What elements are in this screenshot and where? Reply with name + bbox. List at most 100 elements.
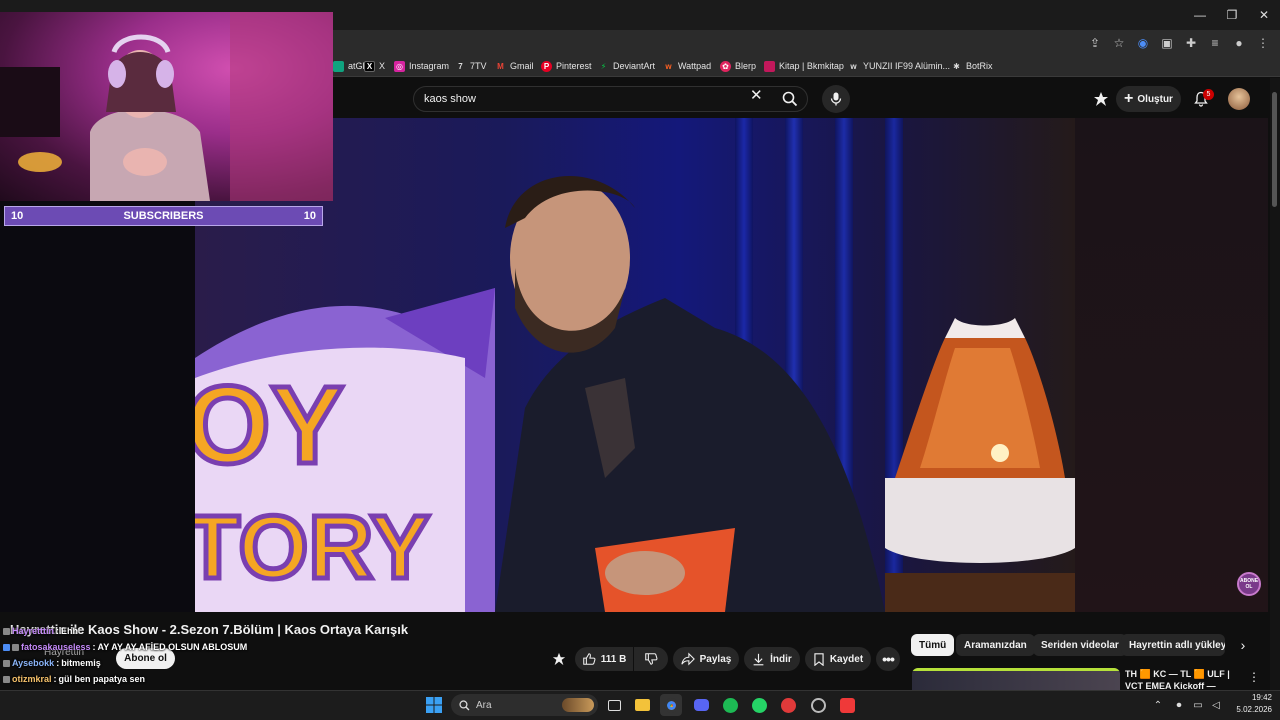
app-vivaldi-icon[interactable] — [836, 694, 858, 716]
bkmkitap-icon — [764, 60, 775, 72]
share-button[interactable]: Paylaş — [673, 647, 739, 671]
extension-icon[interactable]: ▣ — [1156, 32, 1178, 54]
chip-all[interactable]: Tümü — [911, 634, 955, 656]
thumbs-down-icon — [645, 653, 658, 665]
search-highlight-icon — [562, 698, 594, 712]
media-control-icon[interactable]: ≡ — [1204, 32, 1226, 54]
yunzii-icon: w — [850, 61, 857, 71]
file-explorer-icon[interactable] — [631, 694, 653, 716]
voice-search-button[interactable] — [822, 85, 850, 113]
spotify-icon[interactable] — [719, 694, 741, 716]
taskbar-clock[interactable]: 19:42 5.02.2026 — [1226, 692, 1272, 716]
app-cog-icon[interactable] — [807, 694, 829, 716]
windows-start-icon[interactable] — [423, 694, 445, 716]
save-button[interactable]: Kaydet — [805, 647, 871, 671]
bookmark-item[interactable]: Kitap | Bkmkitap — [764, 55, 844, 77]
window-controls: — ❐ ✕ — [1184, 0, 1280, 30]
cast-icon[interactable] — [1090, 88, 1112, 110]
chrome-icon[interactable] — [660, 694, 682, 716]
scrollbar-thumb[interactable] — [1272, 92, 1277, 207]
discord-icon[interactable] — [690, 694, 712, 716]
wattpad-icon: w — [665, 61, 672, 71]
thumbs-up-icon — [582, 653, 596, 665]
bookmark-item[interactable]: P Pinterest — [541, 55, 592, 77]
chat-message: Hayretttin: Ehh — [3, 626, 78, 636]
thumbnail-accent-bar — [912, 668, 1120, 671]
notification-count-badge: 5 — [1203, 89, 1214, 100]
chat-username: Aysebokk — [12, 658, 55, 668]
restore-icon[interactable]: ❐ — [1216, 0, 1248, 30]
bookmark-item[interactable]: w YUNZII IF99 Alümin... — [848, 55, 950, 77]
chat-text: Ehh — [61, 626, 79, 636]
plus-icon: + — [1124, 90, 1134, 107]
chatgpt-icon — [333, 60, 344, 72]
close-window-icon[interactable]: ✕ — [1248, 0, 1280, 30]
botrix-icon: ✱ — [953, 61, 960, 71]
extensions-puzzle-icon[interactable]: ✚ — [1180, 32, 1202, 54]
clear-search-icon[interactable]: ✕ — [750, 86, 763, 104]
subscriber-goal-bar: 10 SUBSCRIBERS 10 — [4, 206, 323, 226]
download-button[interactable]: İndir — [744, 647, 800, 671]
search-input[interactable]: kaos show — [413, 86, 808, 112]
chevron-right-icon[interactable]: › — [1234, 636, 1252, 654]
x-icon: X — [364, 60, 375, 72]
bookmark-item[interactable]: ✱ BotRix — [951, 55, 992, 77]
sub-goal-label: SUBSCRIBERS — [123, 210, 204, 222]
bookmark-icon — [814, 652, 824, 666]
whatsapp-icon[interactable] — [748, 694, 770, 716]
tray-expand-icon[interactable]: ⌃ — [1151, 694, 1165, 716]
player-side-area — [1075, 118, 1268, 612]
subscribe-watermark[interactable]: ABONE OL — [1237, 572, 1261, 596]
chat-text: bitmemiş — [61, 658, 101, 668]
browser-menu-icon[interactable]: ⋮ — [1252, 32, 1274, 54]
chat-badge-icon — [3, 675, 10, 683]
bookmark-star-icon[interactable]: ☆ — [1108, 32, 1130, 54]
chip-from-search[interactable]: Aramanızdan — [956, 634, 1035, 656]
clock-date: 5.02.2026 — [1236, 705, 1272, 714]
like-button[interactable]: 111 B — [575, 647, 633, 671]
blerp-icon: ✿ — [720, 60, 731, 72]
webcam-scene — [0, 12, 333, 201]
bookmark-item[interactable]: ⚡ DeviantArt — [598, 55, 655, 77]
more-horizontal-icon: ••• — [882, 651, 895, 667]
dislike-button[interactable] — [634, 647, 668, 671]
chat-badge-icon — [3, 627, 10, 635]
tray-network-icon[interactable]: ▭ — [1190, 694, 1206, 716]
task-view-icon[interactable] — [603, 694, 625, 716]
sparkle-icon — [552, 652, 566, 666]
tray-mic-icon[interactable]: ⏺ — [1171, 694, 1187, 716]
search-icon — [782, 91, 798, 107]
streamer-webcam — [0, 12, 333, 201]
taskbar-search[interactable]: Ara — [451, 694, 598, 716]
chat-badge-icon — [12, 643, 19, 651]
chip-from-series[interactable]: Seriden videolar — [1033, 634, 1127, 656]
tray-volume-icon[interactable]: ◁ — [1208, 694, 1224, 716]
bookmark-item[interactable]: ◎ Instagram — [394, 55, 449, 77]
search-button[interactable] — [775, 86, 805, 112]
chip-from-uploader[interactable]: Hayrettin adlı yükleyici — [1121, 634, 1225, 656]
svg-text:TORY: TORY — [195, 498, 430, 598]
ask-ai-button[interactable] — [548, 647, 570, 671]
bookmark-item[interactable]: XX — [364, 55, 385, 77]
search-query-text[interactable]: kaos show — [424, 93, 476, 105]
bookmark-item[interactable]: w Wattpad — [663, 55, 711, 77]
chat-text: AY AY AY AFİED OLSUN ABLOSUM — [97, 642, 248, 652]
extension-audio-icon[interactable]: ◉ — [1132, 32, 1154, 54]
chat-username: fatosakauseless — [21, 642, 91, 652]
instagram-icon: ◎ — [394, 60, 405, 72]
minimize-icon[interactable]: — — [1184, 0, 1216, 30]
bookmark-item[interactable]: M Gmail — [495, 55, 533, 77]
create-button[interactable]: + Oluştur — [1116, 86, 1181, 112]
download-label: İndir — [770, 653, 792, 665]
pinterest-icon: P — [541, 60, 552, 72]
bookmark-item[interactable]: ✿ Blerp — [720, 55, 756, 77]
share-arrow-icon — [681, 652, 695, 666]
more-actions-button[interactable]: ••• — [876, 647, 900, 671]
recommendation-menu-icon[interactable]: ⋮ — [1248, 670, 1260, 684]
recommendation-thumbnail[interactable] — [912, 668, 1120, 690]
account-avatar[interactable] — [1228, 88, 1250, 110]
profile-icon[interactable]: ● — [1228, 32, 1250, 54]
install-app-icon[interactable]: ⇪ — [1084, 32, 1106, 54]
app-red-icon[interactable] — [777, 694, 799, 716]
bookmark-item[interactable]: 7 7TV — [455, 55, 486, 77]
